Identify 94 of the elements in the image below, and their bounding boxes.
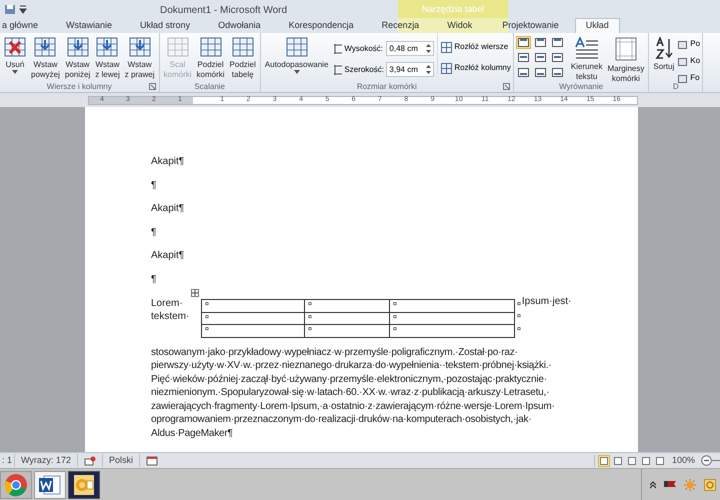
ribbon-tab[interactable]: Układ strony [126, 18, 204, 33]
ribbon-button[interactable]: Sortuj [651, 33, 676, 72]
ribbon-tab[interactable]: Recenzja [368, 18, 434, 33]
table-tool-icon [678, 39, 688, 49]
sort-icon [654, 37, 674, 59]
field-label: Szerokość: [344, 64, 384, 76]
ribbon-button[interactable]: Kierunek tekstu [568, 33, 604, 82]
table-move-handle-icon[interactable] [191, 289, 199, 297]
ribbon-button[interactable]: Podziel tabelę [228, 33, 258, 80]
table-insert-icon [34, 37, 56, 57]
text-direction-icon [574, 37, 600, 59]
table-distribute-icon [441, 62, 452, 74]
align-button[interactable] [516, 36, 531, 49]
paragraph: Lorem· tekstem· [151, 297, 190, 323]
zoom-out-icon[interactable] [701, 455, 712, 466]
macro-icon[interactable] [146, 456, 158, 466]
table-insert-icon [96, 37, 118, 57]
spin-field[interactable]: 0,48 cm [386, 41, 434, 56]
paragraph: Akapit¶ [151, 249, 186, 262]
page-count[interactable]: : 1 [0, 454, 16, 468]
ribbon-button[interactable]: Autodopasowanie [262, 33, 330, 74]
group-label: Scalanie [194, 80, 225, 92]
group-label: Rozmiar komórki [356, 80, 417, 92]
ribbon-tab[interactable]: a główne [0, 18, 52, 33]
ribbon-small-button[interactable]: Rozłóż wiersze [441, 41, 511, 53]
zoom-level[interactable]: 100% [666, 454, 701, 468]
view-button[interactable] [598, 454, 610, 466]
paragraph: ¶ [151, 178, 158, 192]
word-count[interactable]: Wyrazy: 172 [15, 454, 78, 468]
group-label: Wiersze i kolumny [46, 80, 112, 92]
paragraph: Akapit¶ [151, 202, 186, 216]
paragraph: stosowanym·jako·przykładowy·wypełniacz·w·przemyśle·poligraficznym.·Został·po·raz· pierwszy·użyty·w·XV·w.·przez·nieznanego·drukarza·do·wypełnienia··tekstem·próbnej·książki.· Pięć·wieków·później·zaczął·być·używany·przemyśle·elektronicznym,·pozostając·praktycznie· niezmienionym.·Spopularyzował·się·w·latach·60.·XX·w.·wraz·z·publikacją·arkuszy·Letrasetu,· zawierających·fragmenty·Lorem·Ipsum,·a·ostatnio·z·zawierającym·różne·wersje·Lorem·Ipsum· oprogramowaniem·przeznaczonym·do·realizacji·druków·na·komputerach·osobistych,·jak· Aldus·PageMaker¶ [151, 346, 556, 440]
customize-toolbar-icon[interactable] [19, 4, 27, 14]
field-label: Wysokość: [344, 42, 384, 54]
ribbon-button[interactable]: Marginesy komórki [605, 33, 646, 84]
table-distribute-icon [441, 42, 452, 52]
table-tool-icon [678, 73, 688, 83]
ribbon-button[interactable]: Podziel komórki [194, 33, 227, 80]
group-label: D [672, 80, 679, 92]
paragraph: ¶ [151, 226, 158, 239]
paragraph: Akapit¶ [151, 155, 186, 168]
ribbon-tab[interactable]: Układ [574, 18, 620, 33]
save-icon[interactable] [4, 4, 16, 14]
word-icon [38, 472, 62, 496]
window-title: Dokument1 - Microsoft Word [160, 4, 288, 18]
align-button[interactable] [532, 36, 548, 49]
ribbon-button[interactable]: Wstaw powyżej [29, 33, 62, 80]
ribbon-tab[interactable]: Projektowanie [488, 18, 573, 33]
view-button[interactable] [626, 454, 638, 466]
ribbon-small-button[interactable]: Ko [678, 55, 700, 67]
ribbon-button[interactable]: Usuń [2, 33, 28, 74]
paragraph: ¶ [151, 272, 158, 286]
ribbon-small-button[interactable]: Po [678, 38, 700, 50]
dialog-launcher-icon[interactable] [148, 83, 156, 90]
ribbon-small-button[interactable]: Rozłóż kolumny [441, 62, 511, 74]
spin-arrows-icon[interactable] [426, 65, 432, 74]
ribbon-button[interactable]: Wstaw z prawej [122, 33, 157, 80]
table-tool-icon [678, 56, 688, 66]
proofing-icon[interactable] [84, 456, 96, 466]
ribbon-tab[interactable]: Odwołania [204, 18, 275, 33]
contextual-tab-label: Narzędzia tabel [422, 3, 484, 16]
spin-arrows-icon[interactable] [426, 44, 432, 53]
taskbar-button[interactable] [34, 470, 66, 498]
cell-margins-icon [614, 37, 638, 61]
language-indicator[interactable]: Polski [102, 454, 140, 468]
document-page[interactable] [85, 107, 638, 452]
table-insert-icon [66, 37, 89, 57]
browser-icon [4, 472, 28, 496]
view-button[interactable] [612, 454, 624, 466]
view-button[interactable] [640, 454, 652, 466]
align-button[interactable] [532, 51, 548, 64]
align-button[interactable] [550, 51, 565, 64]
caret-icon [294, 70, 300, 74]
chevron-up-icon[interactable] [650, 480, 656, 488]
spin-field[interactable]: 3,94 cm [386, 62, 434, 77]
ribbon-small-button[interactable]: Fo [678, 72, 700, 84]
ribbon-button[interactable]: Wstaw z lewej [93, 33, 122, 80]
align-button[interactable] [550, 36, 565, 49]
outlook-icon [72, 472, 96, 496]
group-label: Wyrównanie [559, 80, 604, 92]
align-button[interactable] [532, 66, 548, 79]
dialog-launcher-icon[interactable] [502, 83, 510, 90]
ribbon-button[interactable]: Wstaw poniżej [62, 33, 92, 80]
ribbon-tab[interactable]: Korespondencja [274, 18, 368, 33]
align-button[interactable] [516, 51, 531, 64]
taskbar-button[interactable] [68, 470, 100, 498]
table-delete-icon [4, 37, 26, 57]
table-insert-icon [128, 37, 151, 57]
paragraph: Ipsum·jest· [522, 295, 572, 308]
align-button[interactable] [516, 66, 531, 79]
view-button[interactable] [654, 454, 666, 466]
ribbon-tab[interactable]: Wstawianie [52, 18, 126, 33]
caret-icon [12, 70, 18, 74]
align-button[interactable] [550, 66, 565, 79]
